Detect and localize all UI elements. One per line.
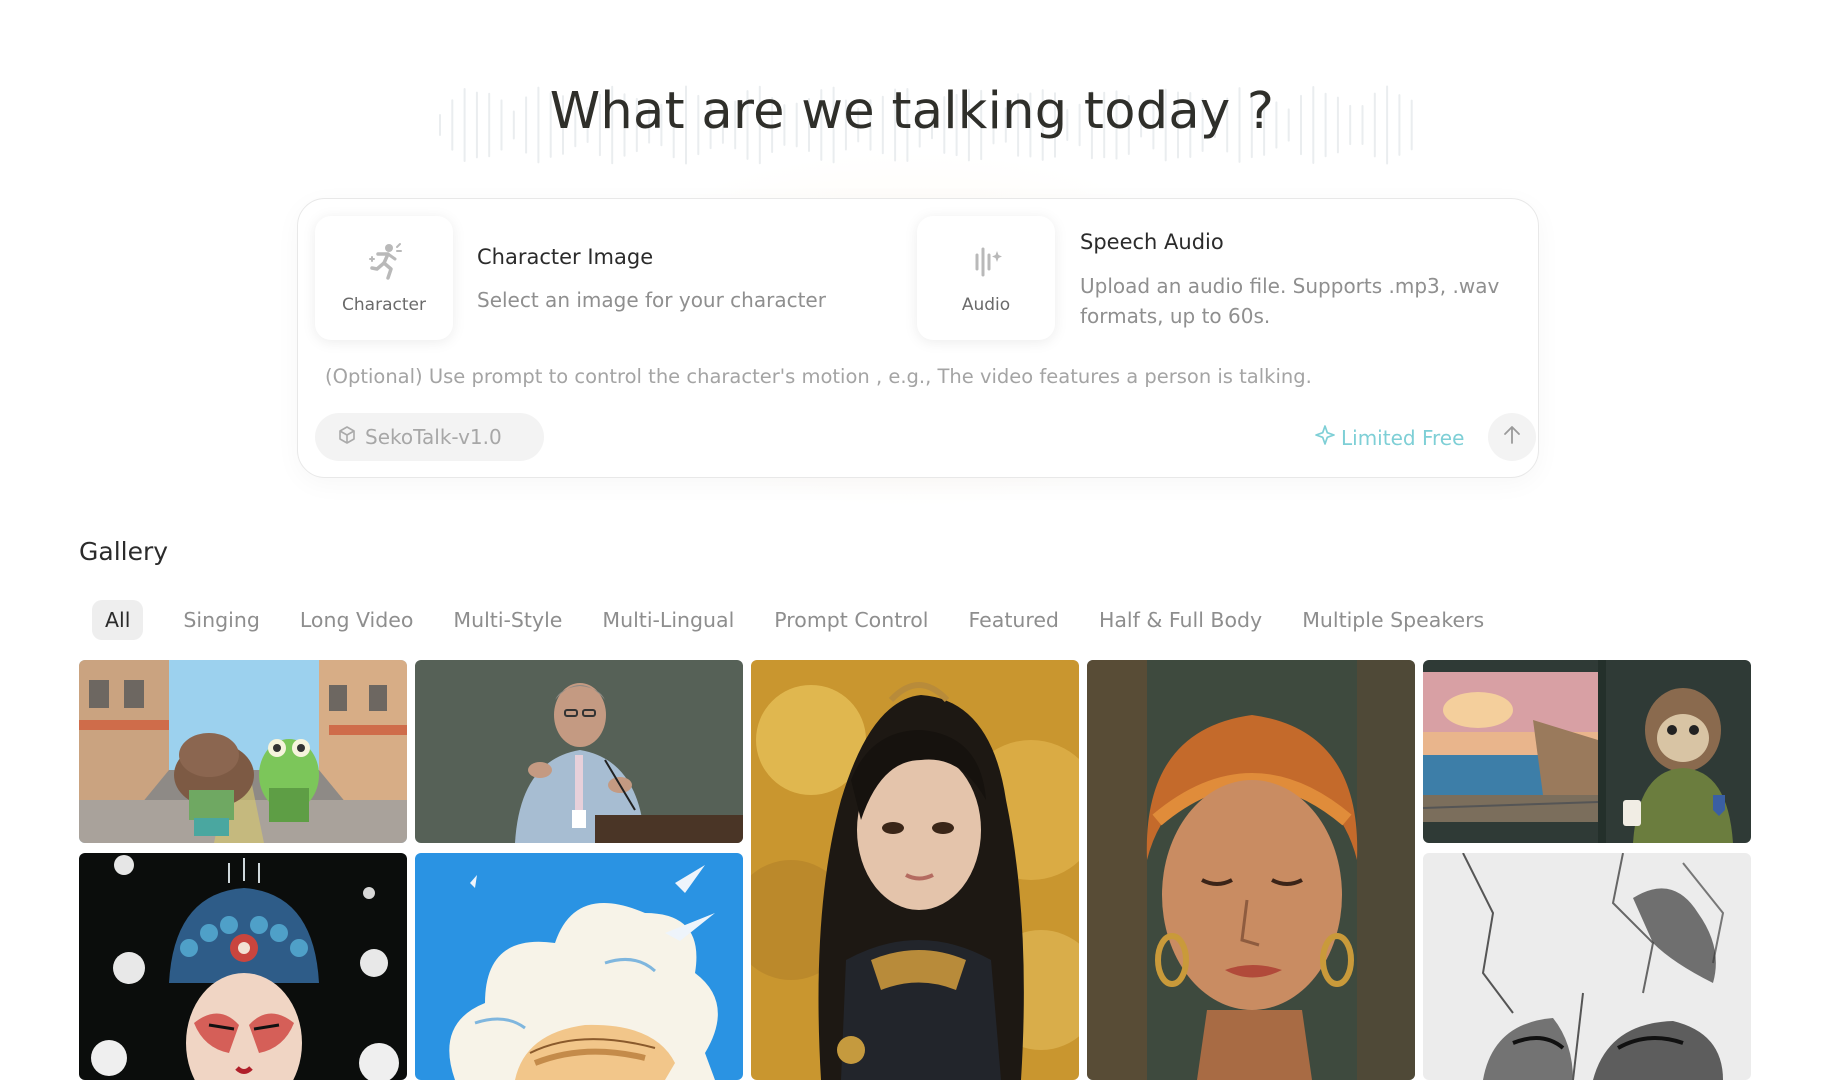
- submit-button[interactable]: [1488, 413, 1536, 461]
- hero-title: What are we talking today ?: [549, 82, 1275, 141]
- sparkle-icon: [1315, 424, 1335, 451]
- gallery-item[interactable]: [751, 660, 1079, 1080]
- gallery-item[interactable]: [415, 660, 743, 843]
- filter-tab-multi-lingual[interactable]: Multi-Lingual: [602, 600, 734, 640]
- character-upload-tile[interactable]: Character: [315, 216, 453, 340]
- filter-tab-all[interactable]: All: [92, 600, 144, 640]
- audio-upload-tile[interactable]: Audio: [917, 216, 1055, 340]
- limited-free-label: Limited Free: [1341, 425, 1465, 450]
- filter-tab-prompt-control[interactable]: Prompt Control: [774, 600, 928, 640]
- filter-tab-half-full-body[interactable]: Half & Full Body: [1099, 600, 1262, 640]
- filter-tab-singing[interactable]: Singing: [183, 600, 259, 640]
- gallery-item[interactable]: [1423, 660, 1751, 843]
- model-label: SekoTalk-v1.0: [365, 425, 502, 449]
- limited-free-badge: Limited Free: [1315, 424, 1464, 451]
- gallery-item[interactable]: [415, 853, 743, 1080]
- gallery-thumbnail: [1423, 853, 1751, 1080]
- filter-tab-long-video[interactable]: Long Video: [300, 600, 414, 640]
- cube-icon: [337, 425, 357, 449]
- filter-tab-multiple-speakers[interactable]: Multiple Speakers: [1302, 600, 1484, 640]
- speech-audio-desc: Upload an audio file. Supports .mp3, .wa…: [1080, 274, 1500, 328]
- arrow-up-icon: [1501, 424, 1523, 450]
- gallery-thumbnail: [751, 660, 1079, 1080]
- gallery-item[interactable]: [1423, 853, 1751, 1080]
- gallery-thumbnail: [1423, 660, 1751, 843]
- gallery-thumbnail: [79, 853, 407, 1080]
- character-icon: [364, 241, 404, 285]
- composer-card: Character Character Image Select an imag…: [297, 198, 1539, 478]
- gallery-item[interactable]: [79, 853, 407, 1080]
- character-tile-label: Character: [342, 295, 426, 315]
- gallery-thumbnail: [415, 660, 743, 843]
- character-image-title: Character Image: [477, 245, 654, 269]
- gallery-thumbnail: [79, 660, 407, 843]
- gallery-title: Gallery: [79, 537, 169, 566]
- speech-audio-title: Speech Audio: [1080, 230, 1224, 254]
- filter-tab-featured[interactable]: Featured: [968, 600, 1058, 640]
- prompt-input[interactable]: [325, 359, 1515, 393]
- gallery-filter-tabs: All Singing Long Video Multi-Style Multi…: [92, 600, 1524, 640]
- audio-wave-icon: [966, 241, 1006, 285]
- filter-tab-multi-style[interactable]: Multi-Style: [453, 600, 562, 640]
- character-image-desc: Select an image for your character: [477, 288, 826, 312]
- gallery-thumbnail: [1087, 660, 1415, 1080]
- gallery-item[interactable]: [79, 660, 407, 843]
- model-selector[interactable]: SekoTalk-v1.0: [315, 413, 544, 461]
- gallery-item[interactable]: [1087, 660, 1415, 1080]
- audio-tile-label: Audio: [961, 295, 1011, 315]
- gallery-thumbnail: [415, 853, 743, 1080]
